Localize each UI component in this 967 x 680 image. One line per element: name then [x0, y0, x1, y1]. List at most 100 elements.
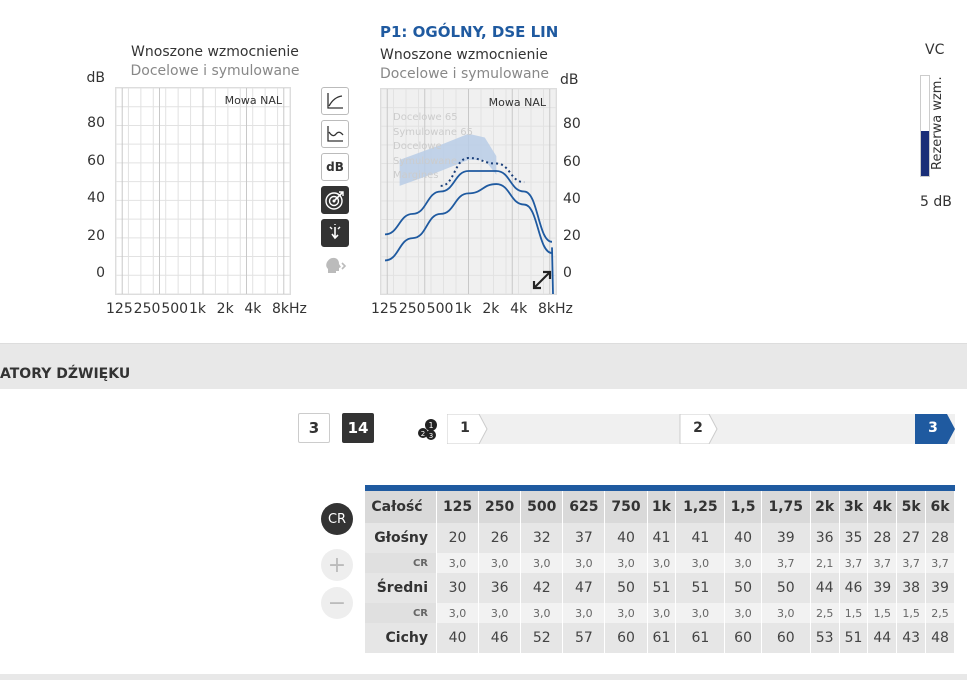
speech-button[interactable] — [321, 252, 349, 280]
gain-table-cell[interactable]: 39 — [867, 573, 898, 603]
gain-table-cell[interactable]: 3,0 — [562, 603, 606, 623]
gain-table-cell[interactable]: 3,0 — [478, 603, 522, 623]
gain-table-cell[interactable]: 42 — [520, 573, 564, 603]
gain-table-cell[interactable]: 3,0 — [761, 603, 811, 623]
touch-button[interactable] — [321, 219, 349, 247]
gain-table-cell[interactable]: 3,0 — [562, 553, 606, 573]
gain-table-cell[interactable]: 27 — [896, 523, 927, 553]
cr-button[interactable]: CR — [321, 503, 353, 535]
gain-table-frequency-header[interactable]: 2k — [810, 491, 840, 523]
gain-table-cell[interactable]: 3,7 — [839, 553, 869, 573]
gain-table-frequency-header[interactable]: 500 — [520, 491, 564, 523]
gain-table-cell[interactable]: 36 — [810, 523, 840, 553]
vc-meter[interactable] — [920, 75, 930, 177]
gain-table-cell[interactable]: 35 — [839, 523, 869, 553]
gain-table-cell[interactable]: 41 — [647, 523, 677, 553]
gain-table-cell[interactable]: 61 — [647, 623, 677, 653]
gain-table-cell[interactable]: 46 — [839, 573, 869, 603]
gain-table-cell[interactable]: 60 — [724, 623, 762, 653]
gain-table-cell[interactable]: 3,7 — [896, 553, 927, 573]
gain-table-cell[interactable]: 3,7 — [867, 553, 898, 573]
gain-table-cell[interactable]: 40 — [436, 623, 480, 653]
gain-table-frequency-header[interactable]: 1,25 — [675, 491, 726, 523]
gain-table-cell[interactable]: 44 — [867, 623, 898, 653]
gain-table-frequency-header[interactable]: 1,5 — [724, 491, 762, 523]
gain-table-frequency-header[interactable]: 4k — [867, 491, 898, 523]
target-button[interactable] — [321, 186, 349, 214]
gain-table-cell[interactable]: 28 — [867, 523, 898, 553]
gain-table-frequency-header[interactable]: 1,75 — [761, 491, 811, 523]
decrease-button[interactable]: − — [321, 587, 353, 619]
gain-table-cell[interactable]: 3,0 — [520, 603, 564, 623]
gain-table-cell[interactable]: 3,0 — [724, 603, 762, 623]
gain-table-cell[interactable]: 60 — [604, 623, 648, 653]
gain-table-cell[interactable]: 51 — [839, 623, 869, 653]
gain-table-row-label[interactable]: Cichy — [365, 623, 437, 653]
step-2[interactable]: 2 — [680, 420, 716, 436]
gain-table-cell[interactable]: 43 — [896, 623, 927, 653]
gain-table-cell[interactable]: 3,0 — [675, 603, 726, 623]
gain-table-cell[interactable]: 3,0 — [478, 553, 522, 573]
gain-table-cell[interactable]: 37 — [562, 523, 606, 553]
gain-table-cell[interactable]: 50 — [761, 573, 811, 603]
gain-table-cell[interactable]: 3,0 — [436, 603, 480, 623]
left-chart-plot[interactable]: Mowa NAL — [115, 87, 291, 295]
step-1[interactable]: 1 — [447, 420, 483, 436]
channels-14-button[interactable]: 14 — [342, 413, 374, 443]
gain-table-frequency-header[interactable]: 125 — [436, 491, 480, 523]
step-3[interactable]: 3 — [915, 420, 951, 436]
gain-table-cell[interactable]: 61 — [675, 623, 726, 653]
gain-table-cell[interactable]: 1,5 — [839, 603, 869, 623]
gain-table-row-label[interactable]: Średni — [365, 573, 437, 603]
channels-3-button[interactable]: 3 — [298, 413, 330, 443]
gain-table-cell[interactable]: 47 — [562, 573, 606, 603]
gain-table-frequency-header[interactable]: 250 — [478, 491, 522, 523]
gain-table-cell[interactable]: 40 — [604, 523, 648, 553]
gain-table-cell[interactable]: 2,1 — [810, 553, 840, 573]
gain-table-cell[interactable]: 32 — [520, 523, 564, 553]
gain-table-cell[interactable]: 50 — [724, 573, 762, 603]
db-view-button[interactable]: dB — [321, 153, 349, 181]
gain-table-cell[interactable]: 3,7 — [761, 553, 811, 573]
gain-table-cell[interactable]: 3,0 — [724, 553, 762, 573]
increase-button[interactable]: + — [321, 549, 353, 581]
gain-table-cell[interactable]: 39 — [925, 573, 955, 603]
gain-table-cell[interactable]: 3,0 — [647, 603, 677, 623]
gain-table-cell[interactable]: 3,0 — [604, 603, 648, 623]
gain-table-cell[interactable]: 51 — [647, 573, 677, 603]
gain-table-cell[interactable]: 1,5 — [896, 603, 927, 623]
gain-table-cell[interactable]: 50 — [604, 573, 648, 603]
gain-table-cell[interactable]: 30 — [436, 573, 480, 603]
gain-table-overall-header[interactable]: Całość — [365, 491, 437, 523]
gain-table-cell[interactable]: 20 — [436, 523, 480, 553]
gain-table-cell[interactable]: 26 — [478, 523, 522, 553]
gain-table-cell[interactable]: 3,0 — [604, 553, 648, 573]
gain-table-cell[interactable]: 44 — [810, 573, 840, 603]
gain-table-frequency-header[interactable]: 3k — [839, 491, 869, 523]
gain-table-cell[interactable]: 39 — [761, 523, 811, 553]
gain-table-cell[interactable]: 46 — [478, 623, 522, 653]
gain-table-row-label[interactable]: CR — [365, 603, 437, 623]
expand-button[interactable] — [531, 269, 553, 295]
gain-table-cell[interactable]: 60 — [761, 623, 811, 653]
gain-table-cell[interactable]: 2,5 — [925, 603, 955, 623]
gain-table-cell[interactable]: 40 — [724, 523, 762, 553]
gain-table-cell[interactable]: 52 — [520, 623, 564, 653]
gain-table-cell[interactable]: 28 — [925, 523, 955, 553]
gain-table-frequency-header[interactable]: 6k — [925, 491, 955, 523]
gain-table-cell[interactable]: 57 — [562, 623, 606, 653]
gain-table-frequency-header[interactable]: 5k — [896, 491, 927, 523]
gain-table-cell[interactable]: 48 — [925, 623, 955, 653]
right-chart-plot[interactable]: Mowa NAL Docelowe 65 Symulowane 65 Docelow… — [380, 88, 557, 295]
gain-table-row-label[interactable]: Głośny — [365, 523, 437, 553]
gain-table-cell[interactable]: 3,0 — [436, 553, 480, 573]
gain-table-frequency-header[interactable]: 1k — [647, 491, 677, 523]
gain-table-frequency-header[interactable]: 750 — [604, 491, 648, 523]
gain-table-cell[interactable]: 3,0 — [520, 553, 564, 573]
gain-table-cell[interactable]: 3,0 — [675, 553, 726, 573]
gain-table-cell[interactable]: 41 — [675, 523, 726, 553]
gain-table-row-label[interactable]: CR — [365, 553, 437, 573]
io-curve-button[interactable] — [321, 120, 349, 148]
gain-table-cell[interactable]: 2,5 — [810, 603, 840, 623]
gain-table-cell[interactable]: 1,5 — [867, 603, 898, 623]
